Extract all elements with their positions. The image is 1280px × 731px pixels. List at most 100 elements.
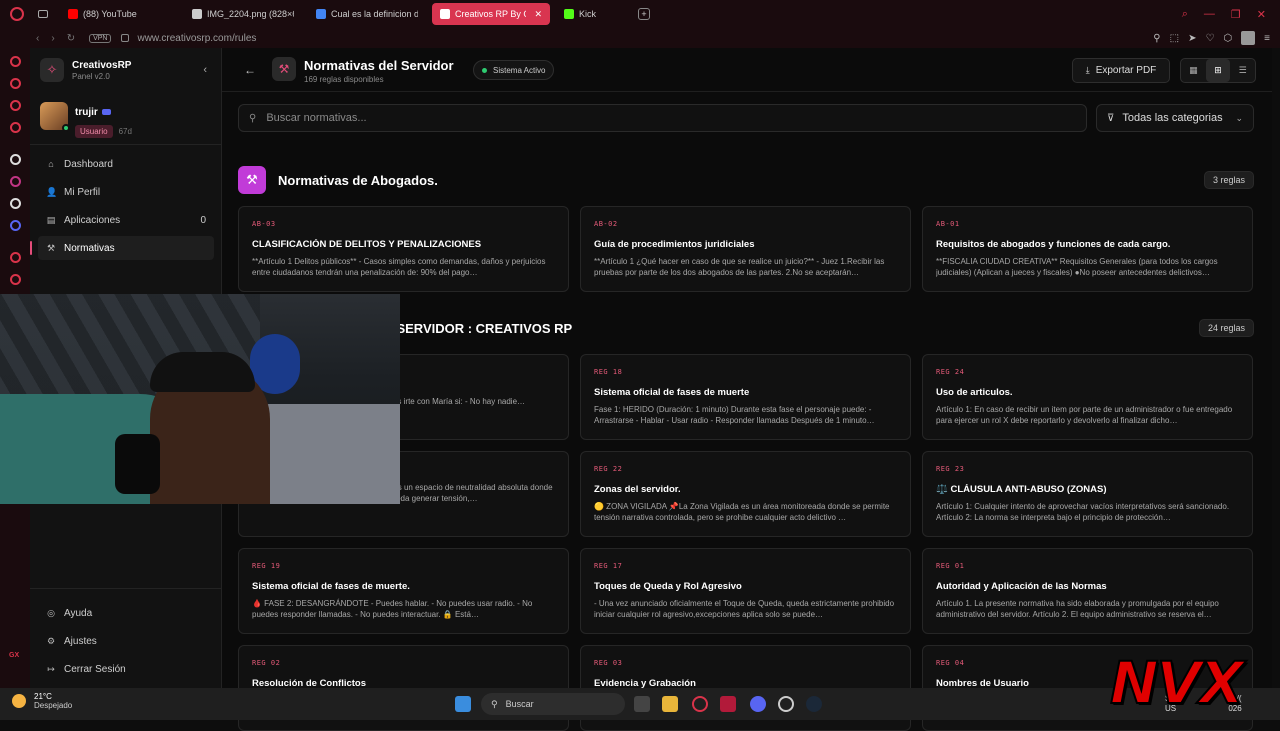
user-role-badge: Usuario [75, 125, 113, 138]
collapse-sidebar-chevron-icon[interactable]: ‹ [203, 64, 207, 76]
sidebar-item-mi-perfil[interactable]: 👤 Mi Perfil [38, 180, 214, 204]
toolbar-icons: ⚲ ⬚ ➤ ♡ ⬡ ≡ [1153, 31, 1270, 45]
rule-card[interactable]: REG 24 Uso de articulos. Artículo 1: En ca… [922, 354, 1253, 440]
reload-icon[interactable]: ↻ [67, 33, 75, 44]
rule-card[interactable]: AB-02 Guía de procedimientos juridiciales… [580, 206, 911, 292]
search-tabs-icon[interactable]: ⌕ [1182, 8, 1188, 21]
browser-tab-icon-strip[interactable] [32, 3, 54, 25]
rule-card[interactable]: AB-03 CLASIFICACIÓN DE DELITOS Y PENALIZA… [238, 206, 569, 292]
app-a-icon[interactable] [720, 696, 736, 712]
rule-code: REG 01 [936, 562, 965, 570]
chevron-down-icon: ⌄ [1235, 112, 1243, 123]
back-arrow-icon[interactable]: ← [244, 63, 256, 77]
windows-taskbar: 21°C Despejado ⚲ Buscar SP 31/( US 026 [0, 688, 1280, 720]
list-view-icon[interactable]: ☰ [1230, 59, 1255, 82]
sidebar-item-ajustes[interactable]: ⚙ Ajustes [38, 629, 214, 653]
rule-card[interactable]: REG 23 ⚖️ CLÁUSULA ANTI-ABUSO (ZONAS) Artí… [922, 451, 1253, 537]
user-name: trujir [75, 107, 98, 118]
brand-name: CreativosRP [72, 59, 132, 71]
rule-description: Artículo 1: Cualquier intento de aprovec… [936, 502, 1230, 522]
send-icon[interactable]: ➤ [1188, 33, 1196, 44]
music-icon[interactable] [10, 122, 21, 133]
weather-widget[interactable]: 21°C Despejado [12, 692, 72, 710]
heart-icon[interactable]: ♡ [1205, 33, 1214, 44]
chatgpt-icon[interactable] [10, 154, 21, 165]
new-tab-button[interactable]: + [638, 8, 650, 20]
opera-logo-icon[interactable] [10, 7, 24, 21]
lock-icon[interactable] [121, 34, 130, 42]
rule-card[interactable]: AB-01 Requisitos de abogados y funciones … [922, 206, 1253, 292]
instagram-icon[interactable] [10, 176, 21, 187]
chat-icon[interactable] [10, 100, 21, 111]
grid-view-icon[interactable]: ⊞ [1205, 59, 1231, 82]
player-icon[interactable] [10, 252, 21, 263]
sidebar-item-label: Aplicaciones [64, 214, 121, 226]
user-card[interactable]: trujir Usuario 67d [40, 102, 132, 138]
aria-icon[interactable] [10, 56, 21, 67]
menu-icon[interactable]: ≡ [1264, 33, 1270, 44]
maximize-icon[interactable]: ❐ [1231, 8, 1241, 21]
close-icon[interactable]: ✕ [1257, 8, 1266, 21]
rule-code: REG 02 [252, 659, 281, 667]
file-explorer-icon[interactable] [662, 696, 678, 712]
sidebar-item-dashboard[interactable]: ⌂ Dashboard [38, 152, 214, 176]
rule-card[interactable]: REG 19 Sistema oficial de fases de muerte… [238, 548, 569, 634]
home-icon: ⌂ [48, 159, 54, 169]
browser-tab[interactable]: IMG_2204.png (828×678) [184, 3, 302, 25]
brand[interactable]: ✧ CreativosRP Panel v2.0 [40, 58, 131, 82]
status-badge: Sistema Activo [473, 60, 555, 80]
rule-card[interactable]: REG 17 Toques de Queda y Rol Agresivo - Un… [580, 548, 911, 634]
url-field[interactable]: www.creativosrp.com/rules [137, 33, 256, 44]
discord-icon[interactable] [750, 696, 766, 712]
browser-tab[interactable]: Cual es la definicion de dr [308, 3, 426, 25]
task-view-icon[interactable] [634, 696, 650, 712]
discord-icon[interactable] [10, 220, 21, 231]
discord-badge-icon [101, 109, 111, 115]
category-select[interactable]: ⊽ Todas las categorias ⌄ [1096, 104, 1254, 132]
extensions-icon[interactable]: ⬡ [1223, 33, 1232, 44]
vpn-badge[interactable]: VPN [89, 33, 112, 43]
sidebar-item-aplicaciones[interactable]: ▤ Aplicaciones 0 [38, 208, 214, 232]
page-header: ← ⚒ Normativas del Servidor 169 reglas d… [222, 48, 1272, 92]
divider [30, 588, 221, 589]
page-title: Normativas del Servidor [304, 58, 454, 73]
brand-version: Panel v2.0 [72, 71, 110, 81]
section-count-badge: 3 reglas [1203, 171, 1254, 189]
app-icon[interactable] [778, 696, 794, 712]
steam-icon[interactable] [806, 696, 822, 712]
webcam-overlay [0, 294, 400, 504]
close-tab-icon[interactable]: ✕ [534, 9, 542, 20]
taskbar-search[interactable]: ⚲ Buscar [481, 693, 625, 715]
pin-icon[interactable]: ⚲ [1153, 33, 1160, 44]
user-days: 67d [118, 127, 132, 136]
browser-tab[interactable]: Kick [556, 3, 626, 25]
profile-avatar[interactable] [1241, 31, 1256, 45]
screenshot-icon[interactable]: ⬚ [1170, 33, 1179, 44]
history-icon[interactable] [10, 274, 21, 285]
rule-card[interactable]: REG 01 Autoridad y Aplicación de las Norm… [922, 548, 1253, 634]
gx-label: GX [9, 652, 20, 659]
back-icon[interactable]: ‹ [36, 33, 39, 44]
tiktok-icon[interactable] [10, 198, 21, 209]
export-pdf-button[interactable]: ⤓ Exportar PDF [1072, 58, 1170, 83]
sidebar-item-ayuda[interactable]: ◎ Ayuda [38, 601, 214, 625]
rule-code: AB-03 [252, 220, 276, 228]
forward-icon[interactable]: › [51, 33, 54, 44]
opera-gx-icon[interactable] [692, 696, 708, 712]
search-input[interactable] [266, 112, 1027, 124]
windows-start-icon[interactable] [455, 696, 471, 712]
rule-card[interactable]: REG 22 Zonas del servidor. 🟡 ZONA VIGILADA… [580, 451, 911, 537]
sidebar-item-normativas[interactable]: ⚒ Normativas [30, 236, 214, 260]
messenger-icon[interactable] [10, 78, 21, 89]
online-status-icon [62, 124, 70, 132]
browser-tab[interactable]: Creativos RP By Cuxial ✕ [432, 3, 550, 25]
grid-large-view-icon[interactable]: ▦ [1181, 59, 1206, 82]
rule-title: CLASIFICACIÓN DE DELITOS Y PENALIZACIONE… [252, 239, 482, 250]
help-icon: ◎ [47, 607, 55, 618]
sidebar-item-cerrar-sesi-n[interactable]: ↦ Cerrar Sesión [38, 657, 214, 681]
minimize-icon[interactable]: — [1204, 8, 1215, 21]
rule-title: Sistema oficial de fases de muerte [594, 387, 750, 398]
rule-card[interactable]: REG 18 Sistema oficial de fases de muerte… [580, 354, 911, 440]
rule-description: **FISCALIA CIUDAD CREATIVA** Requisitos … [936, 257, 1218, 277]
browser-tab[interactable]: (88) YouTube [60, 3, 178, 25]
